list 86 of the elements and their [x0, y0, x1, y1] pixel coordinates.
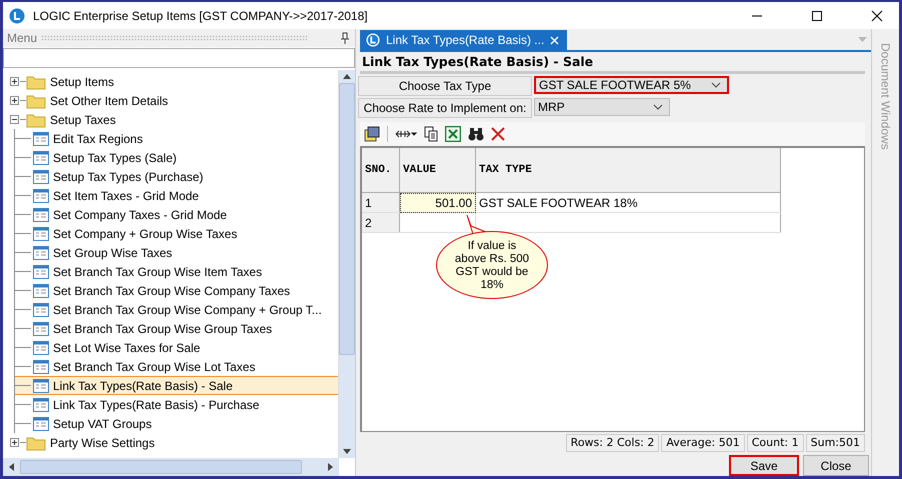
scroll-up-icon[interactable]	[343, 74, 351, 79]
form-icon	[33, 170, 49, 184]
tree-item[interactable]: Set Branch Tax Group Wise Company + Group T...	[15, 300, 338, 319]
status-cell: Rows: 2 Cols: 2	[566, 434, 660, 452]
collapse-icon[interactable]	[9, 114, 20, 125]
column-header[interactable]: VALUE	[400, 148, 476, 192]
form-icon	[33, 398, 49, 412]
form-icon	[33, 322, 49, 336]
save-icon[interactable]	[364, 126, 380, 142]
folder-icon	[26, 74, 46, 90]
expand-icon[interactable]	[9, 76, 20, 87]
column-header[interactable]: TAX TYPE	[476, 148, 780, 192]
field-label: Choose Tax Type	[358, 76, 532, 96]
form-icon	[33, 132, 49, 146]
form-icon	[33, 150, 49, 164]
row-number: 1	[362, 192, 400, 212]
form-icon	[33, 264, 49, 278]
scroll-left-icon[interactable]	[9, 463, 14, 471]
copy-icon[interactable]	[424, 126, 438, 142]
tree-item[interactable]: Party Wise Settings	[3, 433, 338, 452]
form-icon	[33, 360, 49, 374]
callout-bubble: If value is above Rs. 500 GST would be 18%	[436, 231, 548, 299]
status-cell: Average: 501	[661, 434, 745, 452]
scroll-right-icon[interactable]	[328, 463, 333, 471]
expand-icon[interactable]	[9, 437, 20, 448]
document-tab[interactable]: Link Tax Types(Rate Basis) ...	[360, 30, 568, 50]
expand-icon[interactable]	[9, 95, 20, 106]
scrollbar[interactable]	[3, 458, 339, 476]
tree-item[interactable]: Setup VAT Groups	[15, 414, 338, 433]
status-cell: Count: 1	[746, 434, 804, 452]
excel-icon[interactable]	[445, 126, 461, 142]
chevron-down-icon	[711, 82, 721, 88]
scroll-down-icon[interactable]	[343, 449, 351, 454]
save-button[interactable]: Save	[729, 455, 799, 476]
row-number: 2	[362, 212, 400, 232]
app-logo-icon	[9, 8, 25, 24]
tree-item[interactable]: Setup Tax Types (Purchase)	[15, 167, 338, 186]
form-icon	[33, 188, 49, 202]
tree-item[interactable]: Set Lot Wise Taxes for Sale	[15, 338, 338, 357]
window-title: LOGIC Enterprise Setup Items [GST COMPANY->>2017-2018]	[33, 8, 368, 22]
tree-item[interactable]: Setup Tax Types (Sale)	[15, 148, 338, 167]
column-header[interactable]: SNO.	[362, 148, 400, 192]
maximize-icon[interactable]	[811, 10, 823, 22]
folder-icon	[26, 112, 46, 128]
table-cell[interactable]: GST SALE FOOTWEAR 18%	[476, 192, 780, 212]
status-cell: Sum:501	[806, 434, 865, 452]
tree-item[interactable]: Set Company Taxes - Grid Mode	[15, 205, 338, 224]
close-button[interactable]: Close	[803, 455, 869, 476]
binoculars-icon[interactable]	[468, 127, 484, 141]
tree-item[interactable]: Setup Taxes	[3, 110, 338, 129]
search-field[interactable]	[3, 48, 355, 68]
table-cell[interactable]: 501.00	[400, 192, 476, 212]
column-width-icon[interactable]	[395, 129, 417, 139]
tree-item[interactable]: Set Company + Group Wise Taxes	[15, 224, 338, 243]
form-icon	[33, 302, 49, 316]
tree-item[interactable]: Set Item Taxes - Grid Mode	[15, 186, 338, 205]
form-icon	[33, 208, 49, 222]
form-icon	[33, 416, 49, 430]
tree-item[interactable]: Set Branch Tax Group Wise Group Taxes	[15, 319, 338, 338]
tree-item[interactable]: Set Other Item Details	[3, 91, 338, 110]
folder-icon	[26, 434, 46, 450]
delete-icon[interactable]	[491, 127, 505, 141]
tree-item[interactable]: Link Tax Types(Rate Basis) - Purchase	[15, 395, 338, 414]
tree-item[interactable]: Set Branch Tax Group Wise Lot Taxes	[15, 357, 338, 376]
dropdown[interactable]: GST SALE FOOTWEAR 5%	[534, 76, 729, 94]
tree-item[interactable]: Set Branch Tax Group Wise Company Taxes	[15, 281, 338, 300]
folder-icon	[26, 92, 46, 108]
tree-item[interactable]: Set Branch Tax Group Wise Item Taxes	[15, 262, 338, 281]
panel-title: Menu	[7, 31, 38, 45]
field-label: Choose Rate to Implement on:	[358, 98, 532, 118]
form-icon	[33, 246, 49, 260]
form-icon	[33, 226, 49, 240]
chevron-down-icon	[653, 104, 663, 110]
tree-item[interactable]: Edit Tax Regions	[15, 129, 338, 148]
form-icon	[33, 378, 49, 392]
dropdown[interactable]: MRP	[534, 98, 670, 116]
form-icon	[33, 340, 49, 354]
tree-item[interactable]: Set Group Wise Taxes	[15, 243, 338, 262]
form-icon	[33, 284, 49, 298]
tab-title: Link Tax Types(Rate Basis) ...	[386, 33, 544, 47]
pin-icon[interactable]	[341, 32, 349, 44]
tree-item[interactable]: Link Tax Types(Rate Basis) - Sale	[15, 376, 338, 395]
scrollbar[interactable]	[338, 70, 355, 458]
close-icon[interactable]	[871, 10, 883, 22]
tree-item[interactable]: Setup Items	[3, 72, 338, 91]
app-logo-icon	[366, 33, 380, 47]
